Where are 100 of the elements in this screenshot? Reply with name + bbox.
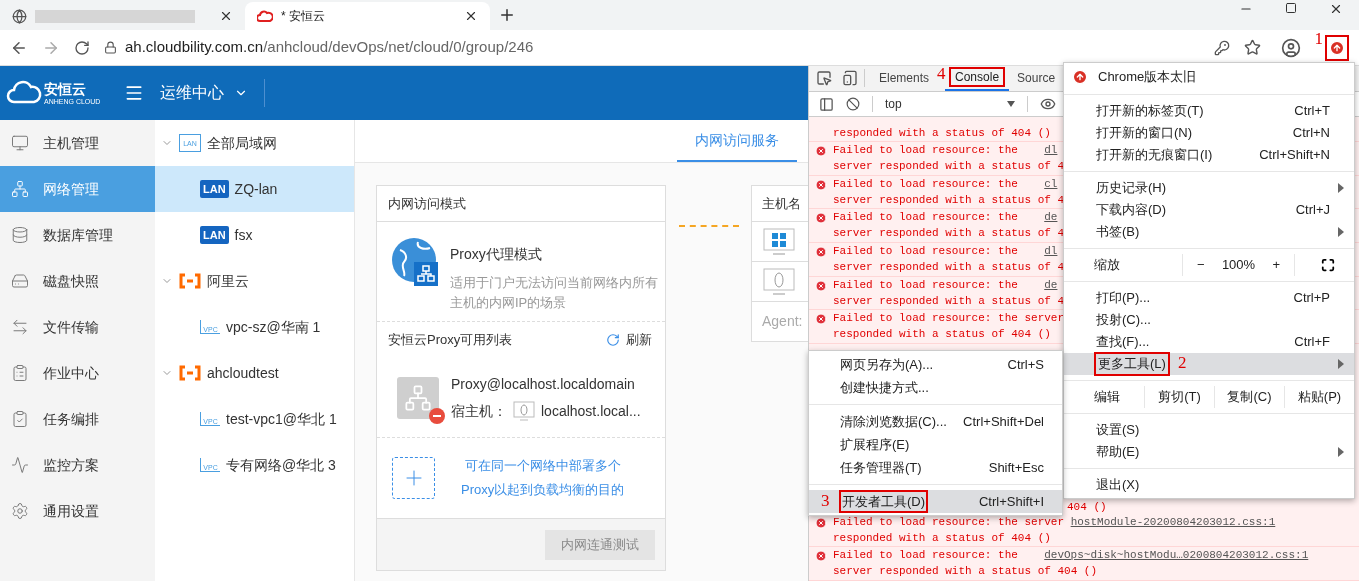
console-message-line: responded with a status of 404 () [833, 327, 1052, 343]
bracket-icon [179, 273, 201, 289]
sidebar-label: 作业中心 [43, 363, 99, 383]
menu-label: 编辑 [1093, 388, 1121, 407]
browser-tab[interactable]: * 安恒云 [245, 2, 490, 30]
menu-item[interactable]: 打开新的窗口(N) Ctrl+N [1064, 122, 1354, 144]
tree-label: vpc-sz@华南 1 [226, 317, 321, 337]
windows-host-icon [763, 227, 795, 256]
menu-item[interactable]: 扩展程序(E) [809, 433, 1062, 456]
update-button[interactable] [1325, 34, 1349, 61]
edit-action-button[interactable]: 粘贴(P) [1284, 386, 1354, 408]
file-link[interactable]: devOps~disk~hostModu…0200804203012.css:1 [1044, 547, 1309, 564]
menu-item[interactable]: 书签(B) [1064, 221, 1354, 243]
host-icon [11, 134, 29, 152]
shortcut-text: Ctrl+P [1293, 289, 1331, 308]
menu-item[interactable]: 任务管理器(T) Shift+Esc [809, 456, 1062, 479]
url-text[interactable]: ah.cloudbility.com.cn/anhcloud/devOps/net/cloud/0/group/246 [125, 36, 534, 59]
device-icon[interactable] [842, 69, 858, 86]
sidebar-label: 数据库管理 [43, 225, 113, 245]
sidebar-label: 文件传输 [43, 317, 99, 337]
menu-item[interactable]: 打开新的无痕窗口(I) Ctrl+Shift+N [1064, 144, 1354, 166]
tree-label: fsx [234, 225, 253, 245]
menu-item[interactable]: 网页另存为(A)... Ctrl+S [809, 353, 1062, 376]
menu-item[interactable]: 打印(P)... Ctrl+P [1064, 287, 1354, 309]
annotation-number: 2 [1177, 353, 1187, 373]
menu-item[interactable]: 帮助(E) [1064, 441, 1354, 463]
sidebar-label: 主机管理 [43, 133, 99, 153]
menu-item[interactable]: 退出(X) [1064, 474, 1354, 496]
file-link[interactable]: de [1044, 276, 1058, 293]
shortcut-text: Ctrl+S [1007, 355, 1044, 374]
menu-label: 打印(P)... [1095, 289, 1152, 308]
maximize-icon[interactable] [1285, 2, 1297, 14]
sidebar-item[interactable]: 数据库管理 [0, 212, 155, 258]
key-icon[interactable] [1213, 39, 1230, 56]
host-name: localhost.local... [541, 401, 641, 421]
clear-console-icon[interactable] [846, 97, 860, 112]
tree-item[interactable]: ahcloudtest [155, 350, 354, 396]
menu-label: 开发者工具(D) [839, 489, 929, 514]
menu-item[interactable]: 清除浏览数据(C)... Ctrl+Shift+Del [809, 410, 1062, 433]
console-message-line: Failed to load resource: the server [833, 514, 1065, 530]
cloud-logo-icon [257, 9, 273, 23]
menu-item[interactable]: Chrome版本太旧 [1064, 65, 1354, 89]
edit-action-button[interactable]: 剪切(T) [1144, 386, 1214, 408]
zoom-level: 100% [1221, 256, 1256, 275]
close-icon[interactable] [464, 9, 478, 23]
console-message-line: Failed to load resource: the [833, 277, 1019, 293]
file-link[interactable]: dl [1044, 243, 1058, 260]
inspect-icon[interactable] [816, 69, 832, 86]
new-tab-icon[interactable] [498, 6, 516, 24]
menu-item[interactable]: 创建快捷方式... [809, 376, 1062, 399]
settings-icon [11, 502, 29, 520]
task-icon [11, 410, 29, 428]
sidebar-label: 通用设置 [43, 501, 99, 521]
sidebar-item[interactable]: 磁盘快照 [0, 258, 155, 304]
tree-item[interactable]: 阿里云 [155, 258, 354, 304]
file-link[interactable]: cl [1044, 175, 1058, 192]
star-icon[interactable] [1243, 39, 1261, 56]
context-dropdown[interactable]: top [885, 95, 1015, 114]
file-link[interactable]: dl [1044, 142, 1058, 159]
menu-item[interactable]: 下载内容(D) Ctrl+J [1064, 199, 1354, 221]
menu-item[interactable]: 历史记录(H) [1064, 177, 1354, 199]
sidebar-toggle-icon[interactable] [819, 96, 834, 112]
error-icon [815, 212, 827, 225]
fullscreen-icon[interactable] [1321, 258, 1335, 272]
menu-item[interactable]: 打开新的标签页(T) Ctrl+T [1064, 100, 1354, 122]
reload-icon[interactable] [74, 39, 90, 56]
console-message: 404 () [1067, 499, 1107, 514]
file-link[interactable]: hostModule-20200804203012.css:1 [1070, 513, 1276, 530]
profile-icon[interactable] [1280, 37, 1301, 58]
sidebar-item[interactable]: 文件传输 [0, 304, 155, 350]
menu-item[interactable]: 3 开发者工具(D) Ctrl+Shift+I [809, 490, 1062, 513]
menu-item[interactable]: 更多工具(L) 2 [1064, 353, 1354, 375]
close-icon[interactable] [219, 9, 233, 23]
logo-text: 安恒云 [44, 81, 87, 96]
refresh-button[interactable]: 刷新 [606, 330, 652, 350]
file-link[interactable]: de [1044, 209, 1058, 226]
edit-action-button[interactable]: 复制(C) [1214, 386, 1284, 408]
menu-item[interactable]: 查找(F)... Ctrl+F [1064, 331, 1354, 353]
sidebar-item[interactable]: 作业中心 [0, 350, 155, 396]
menu-label: 退出(X) [1095, 476, 1141, 495]
database-icon [11, 226, 29, 244]
close-icon[interactable] [1329, 2, 1343, 16]
tree-item[interactable]: LAN fsx [155, 212, 354, 258]
console-message-line: Failed to load resource: the [833, 176, 1019, 192]
sidebar-item[interactable]: 监控方案 [0, 442, 155, 488]
add-proxy-button[interactable] [392, 457, 435, 499]
menu-label: 打开新的窗口(N) [1095, 124, 1194, 143]
sidebar-item[interactable]: 任务编排 [0, 396, 155, 442]
menu-item[interactable]: 投射(C)... [1064, 309, 1354, 331]
devtools-tab[interactable]: Source [1009, 66, 1064, 91]
section-dropdown[interactable]: 运维中心 [160, 81, 249, 105]
devtools-tab[interactable]: Elements [871, 66, 938, 91]
zoom-out-button[interactable]: − [1197, 255, 1205, 275]
sidebar-item[interactable]: 通用设置 [0, 488, 155, 534]
refresh-icon [606, 333, 620, 347]
menu-item[interactable]: 设置(S) [1064, 419, 1354, 441]
zoom-in-button[interactable]: + [1272, 255, 1280, 275]
globe-icon [12, 8, 27, 24]
sidebar-item[interactable]: 主机管理 [0, 120, 155, 166]
tree-item[interactable]: LAN ZQ-lan [155, 166, 354, 212]
